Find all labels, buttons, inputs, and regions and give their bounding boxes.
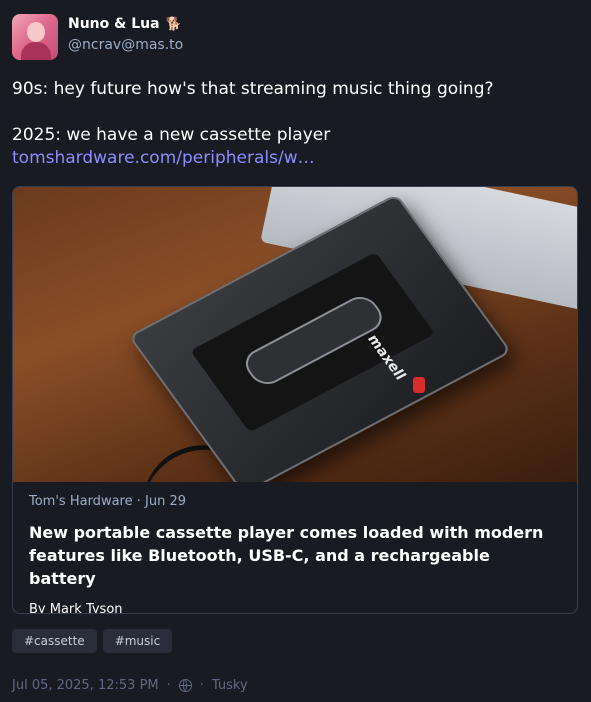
card-source: Tom's Hardware <box>29 494 133 509</box>
card-title[interactable]: New portable cassette player comes loade… <box>29 521 561 590</box>
footer-dot-1: · <box>166 678 171 693</box>
avatar-head <box>27 22 45 42</box>
red-button-image-element <box>413 377 425 393</box>
author-names: Nuno & Lua 🐕 @ncrav@mas.to <box>68 16 183 53</box>
card-separator: · <box>132 494 145 509</box>
author-display-name-row[interactable]: Nuno & Lua 🐕 <box>68 16 183 32</box>
card-author: By Mark Tyson <box>29 602 561 614</box>
post-link[interactable]: tomshardware.com/peripherals/w… <box>12 148 315 168</box>
card-image[interactable]: maxell <box>13 187 577 482</box>
avatar-body <box>21 42 51 60</box>
avatar[interactable] <box>12 14 58 60</box>
post-line-2: 2025: we have a new cassette player <box>12 125 331 145</box>
card-author-prefix: By <box>29 602 50 614</box>
card-meta: Tom's Hardware · Jun 29 <box>29 494 561 509</box>
post-line-1: 90s: hey future how's that streaming mus… <box>12 79 494 99</box>
post-header: Nuno & Lua 🐕 @ncrav@mas.to <box>12 14 183 60</box>
author-handle[interactable]: @ncrav@mas.to <box>68 37 183 53</box>
hashtag-list: #cassette #music <box>12 629 173 653</box>
post-content: 90s: hey future how's that streaming mus… <box>12 78 572 170</box>
globe-icon <box>178 679 192 692</box>
link-preview-card[interactable]: maxell Tom's Hardware · Jun 29 New porta… <box>12 186 578 614</box>
card-author-name: Mark Tyson <box>49 602 123 614</box>
hashtag-cassette[interactable]: #cassette <box>12 629 97 653</box>
hashtag-music[interactable]: #music <box>102 629 173 653</box>
card-body: Tom's Hardware · Jun 29 New portable cas… <box>13 482 577 614</box>
post-client: Tusky <box>211 678 248 693</box>
post-timestamp[interactable]: Jul 05, 2025, 12:53 PM <box>12 678 159 693</box>
card-date: Jun 29 <box>145 494 186 509</box>
dog-emoji-icon: 🐕 <box>165 16 182 32</box>
footer-dot-2: · <box>199 678 204 693</box>
post-footer: Jul 05, 2025, 12:53 PM · · Tusky <box>12 678 248 693</box>
author-display-name[interactable]: Nuno & Lua <box>68 16 160 32</box>
